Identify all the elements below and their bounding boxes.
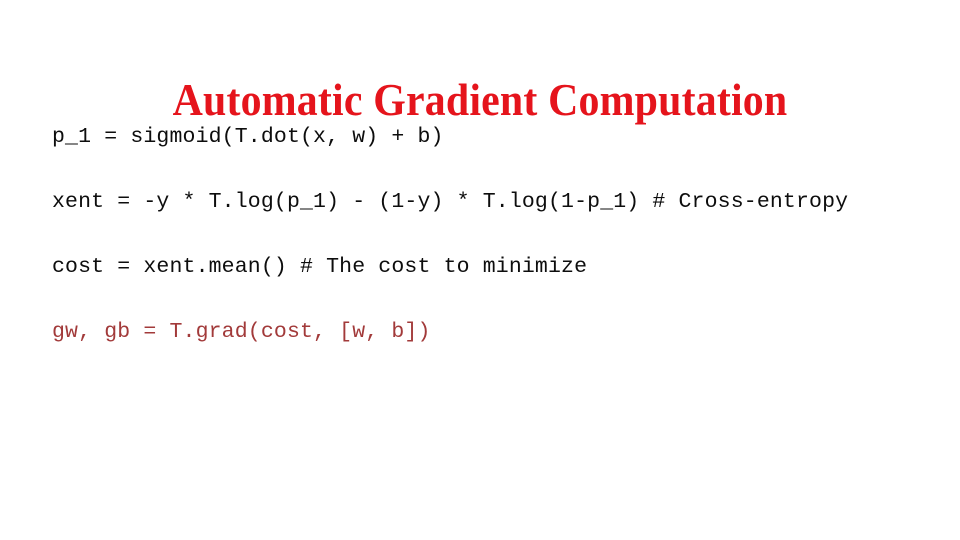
code-line-cost: cost = xent.mean() # The cost to minimiz…: [52, 255, 588, 279]
code-line-xent: xent = -y * T.log(p_1) - (1-y) * T.log(1…: [52, 190, 849, 214]
page-title: Automatic Gradient Computation: [172, 75, 788, 126]
code-line-grad: gw, gb = T.grad(cost, [w, b]): [52, 320, 431, 344]
code-line-p1: p_1 = sigmoid(T.dot(x, w) + b): [52, 125, 444, 149]
slide-canvas: Automatic Gradient Computation p_1 = sig…: [0, 0, 960, 540]
code-block: p_1 = sigmoid(T.dot(x, w) + b) xent = -y…: [52, 122, 932, 347]
